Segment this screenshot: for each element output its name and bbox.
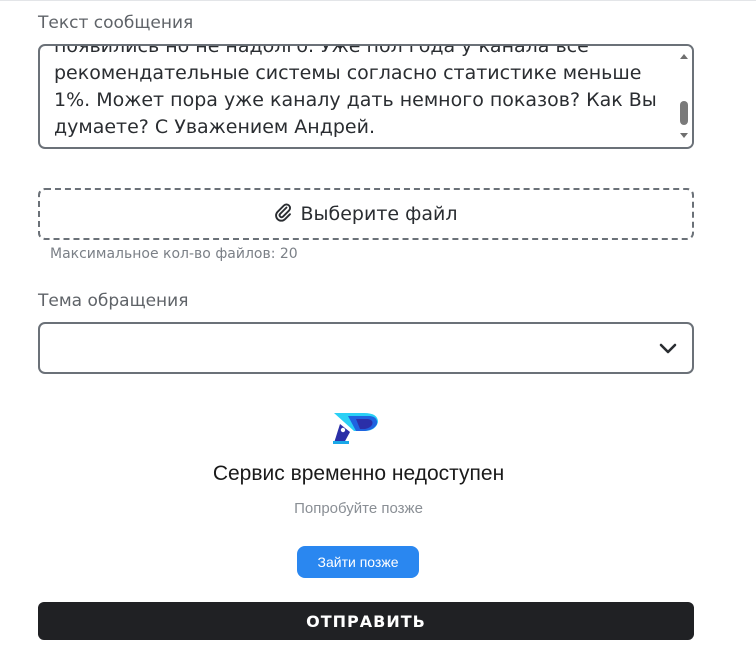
scroll-down-arrow-icon[interactable] [680,133,688,138]
service-unavailable-title: Сервис временно недоступен [212,462,505,485]
file-picker-button[interactable]: Выберите файл [38,188,694,240]
topic-select[interactable] [38,322,694,374]
top-divider [0,0,756,1]
message-text[interactable]: появились но не надолго. Уже пол года у … [54,46,674,141]
submit-button[interactable]: ОТПРАВИТЬ [38,602,694,640]
file-picker-label: Выберите файл [300,203,458,225]
feedback-form: Текст сообщения появились но не надолго.… [0,0,756,672]
scroll-up-arrow-icon[interactable] [680,54,688,59]
service-unavailable-subtitle: Попробуйте позже [294,500,423,517]
scroll-thumb[interactable] [680,101,688,125]
max-files-hint: Максимальное кол-во файлов: 20 [50,246,298,262]
topic-label: Тема обращения [38,291,189,311]
message-textarea[interactable]: появились но не надолго. Уже пол года у … [38,44,694,149]
chevron-down-icon[interactable] [658,338,678,362]
come-back-later-button[interactable]: Зайти позже [297,546,419,578]
message-scrollbar[interactable] [676,46,692,147]
paperclip-icon [274,202,292,226]
service-logo-icon [330,410,382,450]
file-picker-content: Выберите файл [274,202,458,226]
message-label: Текст сообщения [38,13,194,33]
